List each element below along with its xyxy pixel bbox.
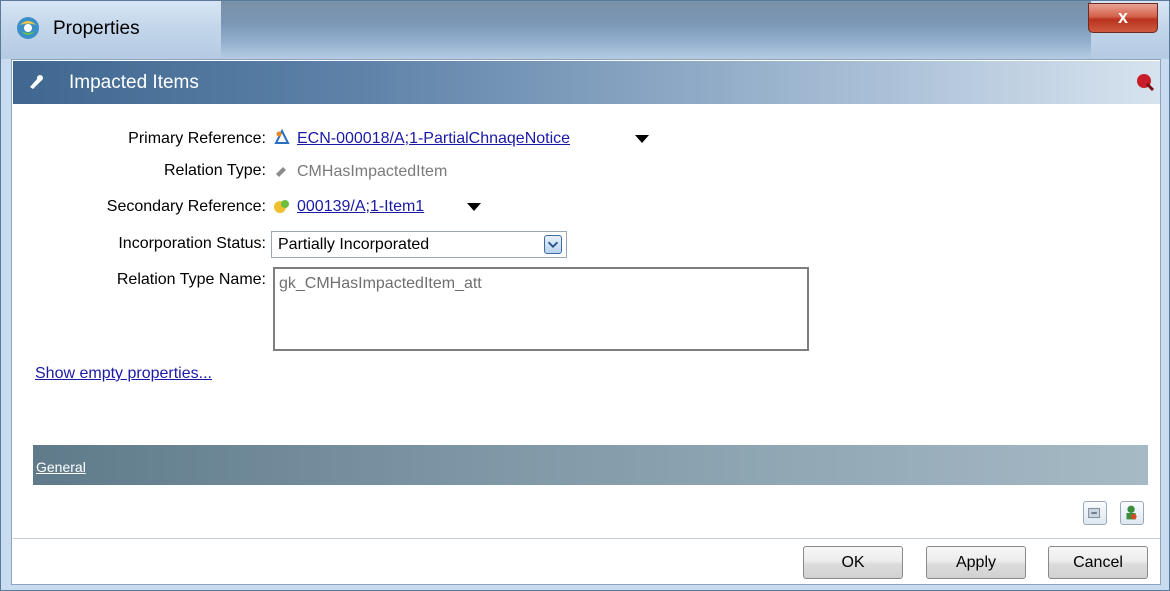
section-header-general[interactable]: General (33, 445, 1148, 485)
title-bar[interactable]: Properties x (1, 1, 1169, 59)
apply-button[interactable]: Apply (926, 546, 1026, 579)
incorporation-status-select[interactable]: Partially Incorporated (271, 231, 567, 258)
secondary-reference-dropdown-icon[interactable] (467, 203, 481, 211)
secondary-reference-label: Secondary Reference: (106, 198, 266, 215)
primary-reference-label: Primary Reference: (128, 130, 266, 147)
primary-reference-link[interactable]: ECN-000018/A;1-PartialChnaqeNotice (297, 130, 570, 148)
relation-type-value: CMHasImpactedItem (297, 163, 448, 180)
show-empty-properties-link[interactable]: Show empty properties... (35, 365, 212, 383)
section-title: Impacted Items (69, 72, 199, 93)
title-bar-gradient (221, 1, 1091, 59)
chevron-glyph-icon (547, 241, 559, 248)
relation-type-name-value: gk_CMHasImpactedItem_att (279, 275, 482, 292)
app-logo-icon (17, 17, 39, 39)
window-title: Properties (53, 18, 140, 39)
refresh-icon (1088, 507, 1101, 519)
relation-type-label: Relation Type: (164, 162, 266, 179)
change-notice-icon (274, 128, 290, 144)
user-tool-icon (1126, 505, 1137, 520)
close-button[interactable]: x (1088, 3, 1158, 33)
ok-button[interactable]: OK (803, 546, 903, 579)
properties-dialog: Properties x Impacted Items Primary Refe… (0, 0, 1170, 591)
cancel-button[interactable]: Cancel (1048, 546, 1148, 579)
primary-reference-dropdown-icon[interactable] (635, 135, 649, 143)
item-icon (274, 200, 289, 213)
general-section-title[interactable]: General (36, 459, 86, 475)
secondary-reference-link[interactable]: 000139/A;1-Item1 (297, 198, 424, 216)
refresh-button[interactable] (1083, 501, 1107, 525)
relation-type-name-label: Relation Type Name: (116, 271, 266, 288)
relation-type-icon (276, 167, 286, 177)
chevron-down-icon[interactable] (544, 235, 562, 254)
pin-icon[interactable] (1135, 72, 1155, 92)
relation-icon (30, 75, 43, 89)
incorporation-status-label: Incorporation Status: (118, 235, 266, 252)
relation-type-name-field[interactable]: gk_CMHasImpactedItem_att (273, 267, 809, 351)
footer-divider (13, 538, 1160, 539)
settings-button[interactable] (1120, 501, 1144, 525)
incorporation-status-value: Partially Incorporated (278, 236, 430, 253)
section-header-impacted-items[interactable]: Impacted Items (13, 61, 1160, 104)
